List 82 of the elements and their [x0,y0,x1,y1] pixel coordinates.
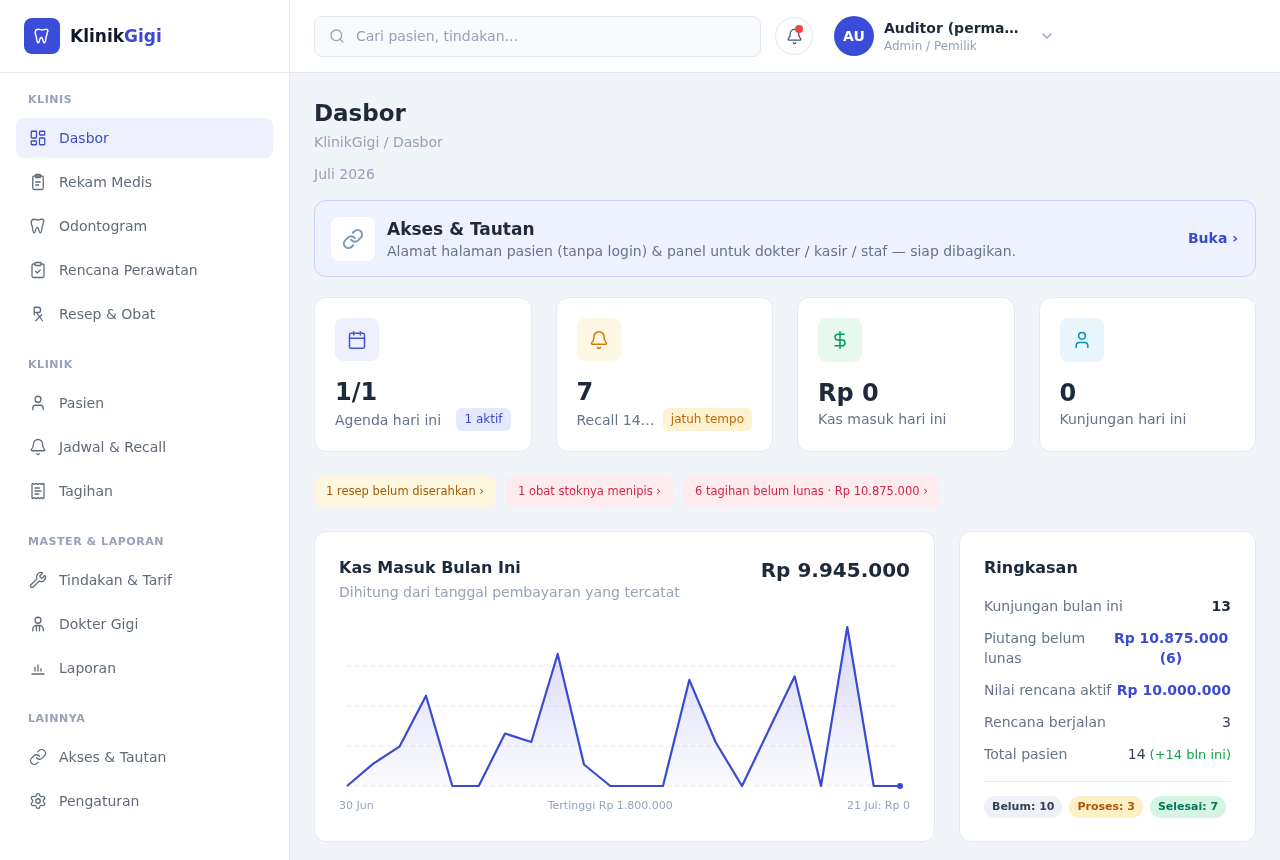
stat-value: 7 [576,377,595,408]
summary-label: Total pasien [984,745,1068,764]
summary-value: 14 [1127,745,1146,764]
summary-label: Piutang belum lunas [984,629,1087,668]
nav-item[interactable]: Pasien [16,383,273,423]
stat-label: Kunjungan hari ini [1059,410,1187,429]
card-title: Kas Masuk Bulan Ini [339,557,522,579]
user-role: Admin / Pemilik [884,38,978,54]
summary-value: 13 [1211,597,1231,616]
card-title: Ringkasan [984,557,1079,579]
summary-value: Rp 10.875.000 (6) [1112,629,1230,668]
alert-chip[interactable]: 1 obat stoknya menipis › [505,476,673,507]
brand-name: KlinikGigi [70,25,162,48]
search-field[interactable]: Cari pasien, tindakan... [314,15,761,57]
nav-item[interactable]: Dokter Gigi [16,604,273,644]
stat-label: Kas masuk hari ini [818,410,947,429]
search-icon [329,27,345,44]
dashboard-icon [29,129,47,147]
clipboard-check-icon [29,261,47,279]
banner-title: Akses & Tautan [387,217,536,241]
open-link[interactable]: Buka › [1187,228,1238,249]
summary-value: Rp 10.000.000 [1116,681,1231,700]
stat-label: Agenda hari ini [335,410,442,430]
alert-chip[interactable]: 6 tagihan belum lunas · Rp 10.875.000 › [682,476,940,507]
alert-chip[interactable]: 1 resep belum diserahkan › [314,476,496,507]
nav-item[interactable]: Resep & Obat [16,294,273,334]
stat-badge: jatuh tempo [662,408,752,431]
nav-item[interactable]: Dasbor [16,118,273,158]
clipboard-icon [29,173,47,191]
stat-badge: 1 aktif [456,408,511,431]
dollar-icon [818,318,862,362]
receipt-icon [29,482,47,500]
user-avatar: AU [834,16,874,56]
link-icon [29,748,47,766]
user-name: Auditor (perma… [884,19,1019,38]
bell-icon [785,27,803,45]
stat-value: 0 [1059,378,1078,409]
calendar-icon [335,318,379,361]
nav-item[interactable]: Rekam Medis [16,162,273,202]
section-label: MASTER & LAPORAN [27,534,166,550]
stat-label: Recall 14… [576,410,655,430]
wrench-icon [29,571,47,589]
user-icon [1059,318,1104,362]
axis-label: 30 Jun [339,798,374,814]
nav-item[interactable]: Jadwal & Recall [16,427,273,467]
bell-icon [29,438,47,456]
summary-note: (+14 bln ini) [1149,746,1231,764]
nav-item[interactable]: Laporan [16,648,273,688]
bell-icon [576,318,621,361]
breadcrumb: KlinikGigi / Dasbor [314,133,444,152]
axis-label: 21 Jul: Rp 0 [846,798,910,814]
link-icon [331,216,375,261]
nav-item[interactable]: Tindakan & Tarif [16,560,273,600]
summary-label: Kunjungan bulan ini [984,597,1123,616]
summary-label: Nilai rencana aktif [984,681,1112,700]
nav-item[interactable]: Akses & Tautan [16,737,273,777]
nav-item[interactable]: Odontogram [16,206,273,246]
summary-label: Rencana berjalan [984,713,1106,732]
period-label: Juli 2026 [314,165,376,184]
tooth-icon [29,217,47,235]
settings-icon [29,792,47,810]
tooth-logo-icon [24,18,60,54]
status-badge: Proses: 3 [1069,796,1143,818]
section-label: KLINIS [27,92,74,108]
stat-value: 1/1 [335,377,379,408]
notifications-button[interactable] [775,17,813,55]
doctor-icon [29,615,47,633]
status-badge: Selesai: 7 [1149,796,1227,818]
page-title: Dasbor [314,99,407,128]
nav-item[interactable]: Tagihan [16,471,273,511]
stat-value: Rp 0 [818,378,880,409]
cash-total: Rp 9.945.000 [760,557,910,584]
summary-value: 3 [1222,713,1231,732]
card-subtitle: Dihitung dari tanggal pembayaran yang tercatat [339,583,680,602]
nav-item[interactable]: Rencana Perawatan [16,250,273,290]
section-label: LAINNYA [27,711,87,727]
section-label: KLINIK [27,357,74,373]
user-icon [29,394,47,412]
peak-label: Tertinggi Rp 1.800.000 [547,798,673,814]
nav-item[interactable]: Pengaturan [16,781,273,821]
banner-description: Alamat halaman pasien (tanpa login) & panel untuk dokter / kasir / staf — siap dibagikan. [387,241,1017,261]
status-badge: Belum: 10 [984,796,1063,818]
